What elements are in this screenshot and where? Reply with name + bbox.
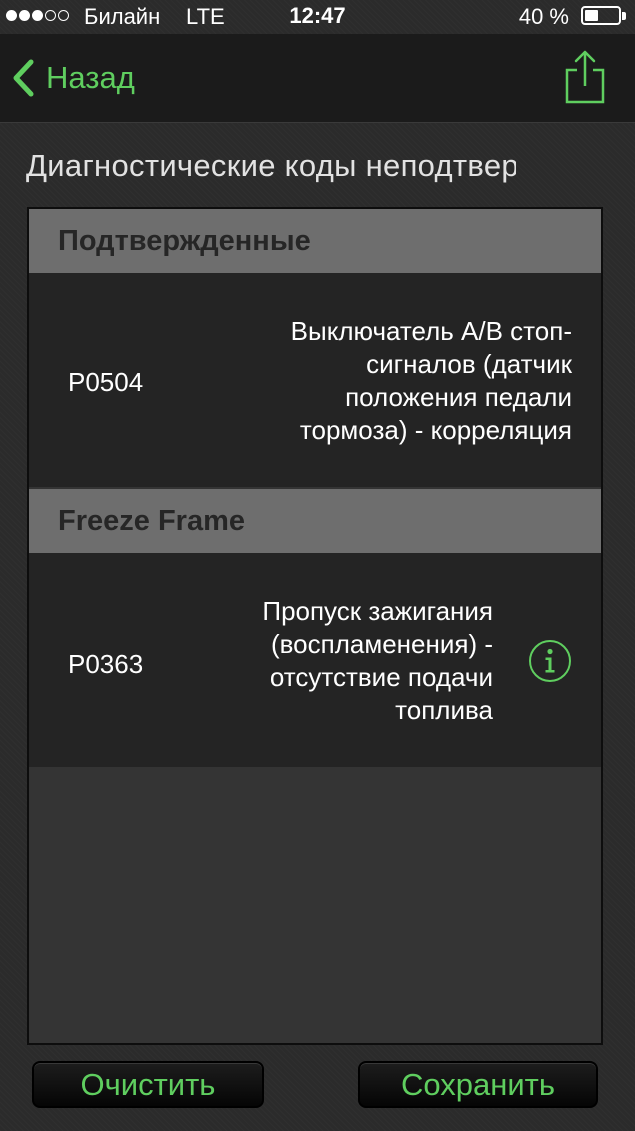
description-line: Выключатель A/B стоп-	[290, 316, 572, 346]
save-button[interactable]: Сохранить	[358, 1061, 598, 1108]
battery-level	[585, 10, 598, 21]
code-row[interactable]: P0363 Пропуск зажигания (воспламенения) …	[29, 553, 601, 767]
description-line: Пропуск зажигания	[262, 596, 493, 626]
back-button-label: Назад	[46, 60, 135, 95]
app-screen: Билайн LTE 12:47 40 % Назад Диагностичес…	[0, 0, 635, 1131]
description-line: положения педали	[345, 382, 572, 412]
chevron-left-icon	[13, 59, 34, 97]
diagnostic-codes-table: Подтвержденные P0504 Выключатель A/B сто…	[27, 207, 603, 1045]
share-button[interactable]	[563, 48, 607, 106]
back-button[interactable]: Назад	[10, 54, 135, 102]
description-line: топлива	[395, 695, 493, 725]
battery-tip	[622, 12, 626, 20]
status-bar: Билайн LTE 12:47 40 %	[0, 0, 635, 34]
dtc-code: P0504	[68, 367, 144, 397]
battery-percentage: 40 %	[518, 4, 569, 29]
dtc-description: Пропуск зажигания (воспламенения) - отсу…	[262, 595, 493, 727]
code-row[interactable]: P0504 Выключатель A/B стоп- сигналов (да…	[29, 273, 601, 487]
navigation-bar: Назад	[0, 34, 635, 123]
dtc-code: P0363	[68, 649, 144, 679]
clear-button[interactable]: Очистить	[32, 1061, 264, 1108]
section-header-confirmed: Подтвержденные	[29, 209, 601, 273]
description-line: (воспламенения) -	[270, 629, 493, 659]
info-button[interactable]	[528, 639, 572, 683]
share-icon	[565, 50, 605, 104]
description-line: сигналов (датчик	[366, 349, 572, 379]
section-header-freeze-frame: Freeze Frame	[29, 489, 601, 553]
page-title: Диагностические коды неподтвержденные	[26, 148, 516, 183]
description-line: тормоза) - корреляция	[299, 415, 572, 445]
battery-icon	[581, 6, 621, 25]
dtc-description: Выключатель A/B стоп- сигналов (датчик п…	[291, 315, 572, 447]
info-icon	[529, 640, 571, 682]
description-line: отсутствие подачи	[269, 662, 493, 692]
